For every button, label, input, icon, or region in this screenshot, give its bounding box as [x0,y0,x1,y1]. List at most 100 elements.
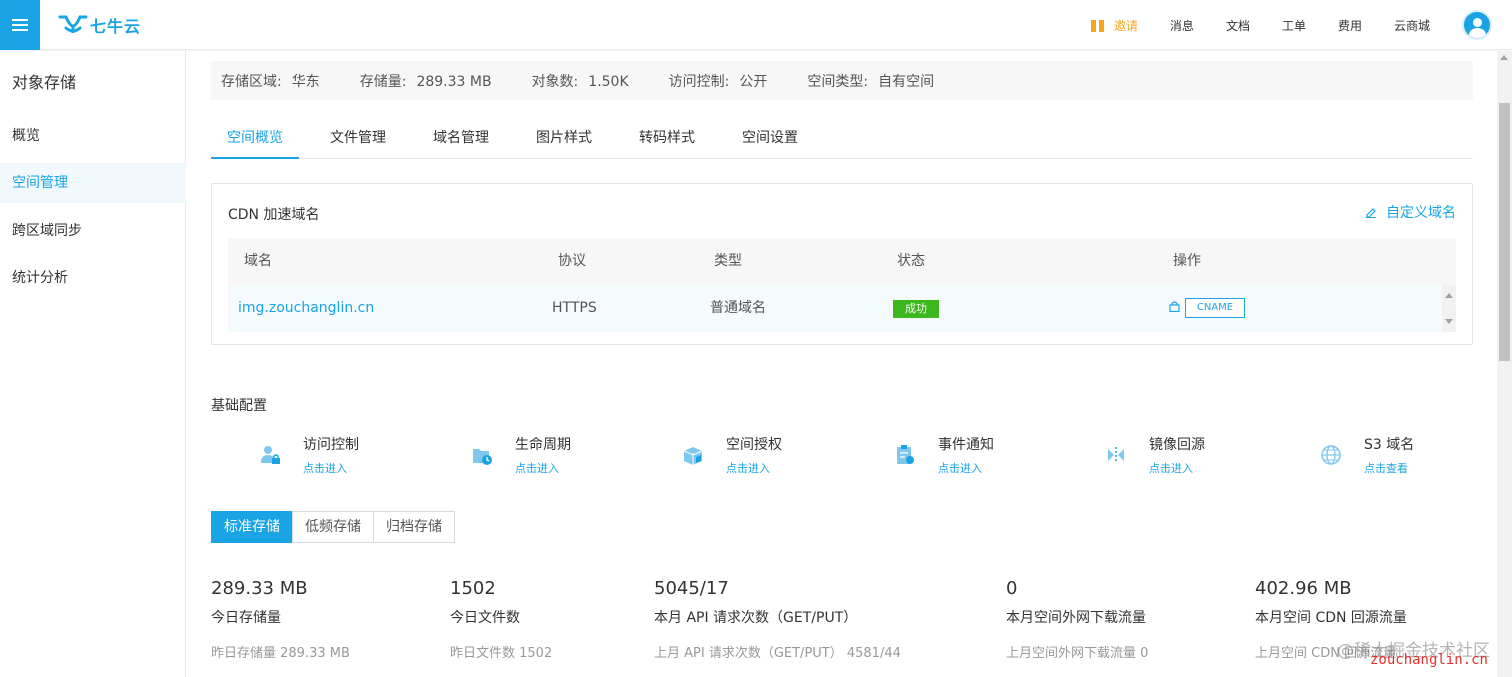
access-info: 访问控制: 公开 [668,73,768,90]
scroll-up-arrow-icon[interactable] [1500,55,1508,60]
table-row: img.zouchanglin.cn HTTPS 普通域名 成功 CNAME [228,285,1456,332]
config-event-notification[interactable]: 事件通知 点击进入 [846,432,1046,476]
lifecycle-icon [473,449,492,465]
tab-domain-management[interactable]: 域名管理 [420,118,502,159]
config-mirror-origin[interactable]: 镜像回源 点击进入 [1057,432,1257,476]
invite-link[interactable]: 邀请 [1090,17,1138,34]
config-name: 生命周期 [515,437,571,453]
column-header-action: 操作 [1173,253,1201,269]
bucket-info-bar: 存储区域: 华东 存储量: 289.33 MB 对象数: 1.50K 访问控制: 公开 … [211,61,1473,100]
sidebar-item-statistics[interactable]: 统计分析 [0,258,186,298]
sidebar-title: 对象存储 [12,73,77,92]
protocol-cell: HTTPS [552,300,597,316]
stat-label: 本月 API 请求次数（GET/PUT） [654,610,858,626]
scrollbar-thumb[interactable] [1499,103,1510,361]
bucket-auth-icon [683,447,703,465]
stat-value: 5045/17 [654,578,729,599]
status-badge: 成功 [893,300,939,318]
qiniu-logo[interactable]: 七牛云 [58,12,141,38]
config-s3-domain[interactable]: S3 域名 点击查看 [1272,432,1472,476]
config-enter-link[interactable]: 点击进入 [1149,460,1193,476]
table-scrollbar[interactable] [1442,285,1456,332]
scroll-up-arrow-icon[interactable] [1445,293,1453,298]
logo-text: 七牛云 [90,17,142,36]
sidebar: 对象存储 概览 空间管理 跨区域同步 统计分析 [0,51,186,677]
stat-label: 今日文件数 [450,610,520,626]
config-access-control[interactable]: 访问控制 点击进入 [211,432,411,476]
custom-domain-label: 自定义域名 [1386,205,1456,221]
page-scrollbar[interactable] [1497,51,1512,677]
cdn-panel-title: CDN 加速域名 [228,207,320,223]
stat-storage-today: 289.33 MB 今日存储量 昨日存储量 289.33 MB [211,577,350,661]
globe-icon [1321,445,1341,465]
config-enter-link[interactable]: 点击进入 [303,460,347,476]
stat-label: 本月空间外网下载流量 [1006,610,1146,626]
config-lifecycle[interactable]: 生命周期 点击进入 [423,432,623,476]
mirror-icon [1108,447,1124,463]
billing-link[interactable]: 费用 [1338,17,1362,34]
stat-value: 1502 [450,578,496,599]
user-lock-icon [261,446,280,464]
edit-icon [1366,208,1376,218]
bucket-tabs: 空间概览 文件管理 域名管理 图片样式 转码样式 空间设置 [211,118,1473,159]
lock-icon [1169,301,1180,312]
basic-config-title: 基础配置 [211,398,267,414]
cname-button[interactable]: CNAME [1185,298,1245,318]
stat-api-requests: 5045/17 本月 API 请求次数（GET/PUT） 上月 API 请求次数… [654,577,901,661]
stat-value: 289.33 MB [211,578,308,599]
tickets-link[interactable]: 工单 [1282,17,1306,34]
objects-info: 对象数: 1.50K [531,73,629,90]
stat-label: 本月空间 CDN 回源流量 [1255,610,1407,626]
hamburger-icon [12,18,28,32]
user-avatar[interactable] [1462,10,1492,40]
tab-infrequent-storage[interactable]: 低频存储 [292,511,374,543]
config-name: 访问控制 [303,437,359,453]
stat-previous: 昨日文件数 1502 [450,646,553,661]
tab-file-management[interactable]: 文件管理 [317,118,399,159]
marketplace-link[interactable]: 云商城 [1394,17,1430,34]
domain-type-cell: 普通域名 [710,300,766,316]
config-enter-link[interactable]: 点击进入 [938,460,982,476]
column-header-domain: 域名 [244,253,272,269]
column-header-status: 状态 [897,253,925,269]
tab-transcode-styles[interactable]: 转码样式 [626,118,708,159]
stat-label: 今日存储量 [211,610,281,626]
config-name: 空间授权 [726,437,782,453]
stat-outbound-traffic: 0 本月空间外网下载流量 上月空间外网下载流量 0 [1006,577,1148,661]
gift-icon [1090,18,1104,32]
sidebar-item-overview[interactable]: 概览 [0,116,186,156]
invite-label: 邀请 [1113,18,1138,33]
top-navigation-bar: 七牛云 邀请 消息 文档 工单 费用 云商城 [0,0,1512,50]
stat-previous: 上月 API 请求次数（GET/PUT） 4581/44 [654,646,901,661]
scroll-down-arrow-icon[interactable] [1445,319,1453,324]
column-header-type: 类型 [714,253,742,269]
domain-link[interactable]: img.zouchanglin.cn [238,285,374,332]
tab-archive-storage[interactable]: 归档存储 [373,511,455,543]
tab-bucket-settings[interactable]: 空间设置 [729,118,811,159]
qiniu-logo-icon [58,15,88,33]
messages-link[interactable]: 消息 [1170,17,1194,34]
docs-link[interactable]: 文档 [1226,17,1250,34]
hamburger-menu-button[interactable] [0,0,40,50]
config-view-link[interactable]: 点击查看 [1364,460,1408,476]
cdn-domain-panel: CDN 加速域名 自定义域名 域名 协议 类型 状态 操作 img.zoucha… [211,183,1473,345]
top-nav-links: 邀请 消息 文档 工单 费用 云商城 [1090,0,1512,50]
tab-standard-storage[interactable]: 标准存储 [211,511,293,543]
event-notify-icon [897,445,914,464]
config-enter-link[interactable]: 点击进入 [515,460,559,476]
storage-class-tabs: 标准存储 低频存储 归档存储 [211,511,455,543]
tab-overview[interactable]: 空间概览 [211,118,299,159]
sidebar-item-bucket-management[interactable]: 空间管理 [0,163,186,203]
region-info: 存储区域: 华东 [221,73,320,90]
stat-previous: 上月空间外网下载流量 0 [1006,646,1149,661]
config-name: 镜像回源 [1149,437,1205,453]
config-enter-link[interactable]: 点击进入 [726,460,770,476]
config-name: 事件通知 [938,437,994,453]
stat-value: 402.96 MB [1255,578,1352,599]
sidebar-item-cross-region-sync[interactable]: 跨区域同步 [0,211,186,251]
config-bucket-authorization[interactable]: 空间授权 点击进入 [634,432,834,476]
usage-info: 存储量: 289.33 MB [359,73,492,90]
custom-domain-link[interactable]: 自定义域名 [1365,202,1456,222]
config-name: S3 域名 [1364,437,1415,453]
tab-image-styles[interactable]: 图片样式 [523,118,605,159]
